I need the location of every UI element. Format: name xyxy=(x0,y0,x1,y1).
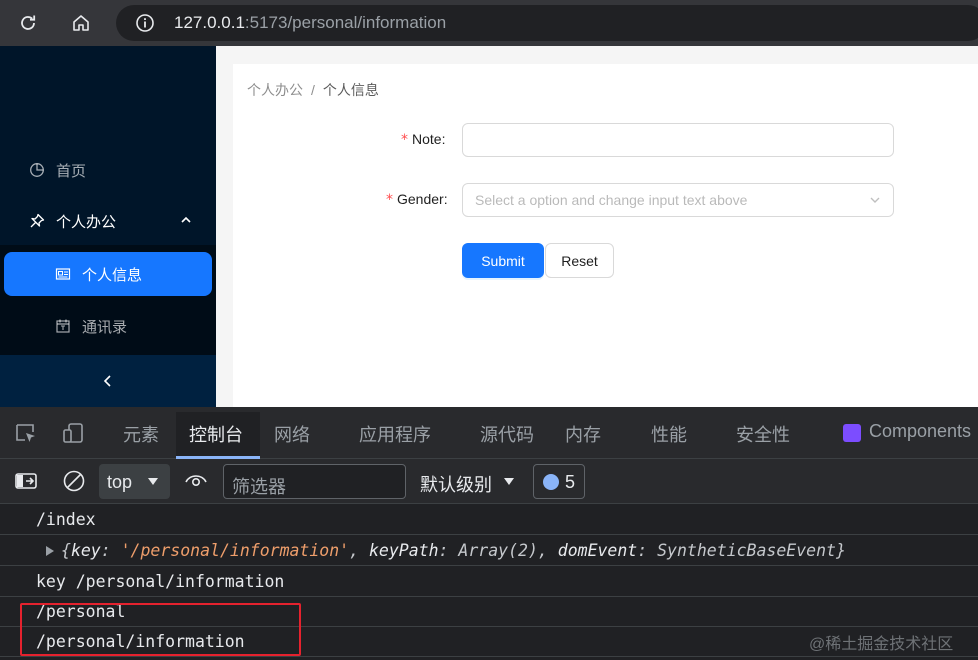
sidebar-item-label: 个人办公 xyxy=(56,213,117,231)
console-message: key /personal/information xyxy=(0,567,978,597)
sidebar-toggle-icon[interactable] xyxy=(14,469,38,493)
note-label: * Note: xyxy=(401,131,445,148)
address-bar[interactable]: 127.0.0.1:5173/personal/information xyxy=(116,5,978,41)
sidebar-collapse-button[interactable] xyxy=(0,355,216,407)
note-input[interactable] xyxy=(462,123,894,157)
gender-placeholder: Select a option and change input text ab… xyxy=(475,192,748,208)
clear-console-icon[interactable] xyxy=(62,469,86,493)
main-content: 个人办公 / 个人信息 * Note: * Gender: Select a optio… xyxy=(216,46,978,407)
caret-down-icon xyxy=(504,478,514,485)
message-icon xyxy=(543,474,559,490)
id-card-icon xyxy=(55,268,71,280)
label-colon: : xyxy=(443,191,448,207)
gender-select[interactable]: Select a option and change input text ab… xyxy=(462,183,894,217)
sidebar-item-contacts[interactable]: 通讯录 xyxy=(4,304,212,348)
expand-triangle-icon[interactable] xyxy=(45,546,54,556)
tab-network[interactable]: 网络 xyxy=(274,421,310,447)
obj-key: keyPath xyxy=(368,541,439,560)
issues-button[interactable]: 5 xyxy=(533,464,585,499)
sidebar-item-personal-office[interactable]: 个人办公 xyxy=(4,199,212,243)
sidebar-item-personal-info[interactable]: 个人信息 xyxy=(4,252,212,296)
watermark: @稀土掘金技术社区 xyxy=(809,636,954,653)
sidebar-item-label: 个人信息 xyxy=(82,266,143,284)
device-toolbar-icon[interactable] xyxy=(62,421,86,445)
breadcrumb: 个人办公 / 个人信息 xyxy=(247,80,379,100)
context-value: top xyxy=(107,472,133,492)
live-expression-icon[interactable] xyxy=(184,469,208,493)
console-message: /index xyxy=(0,505,978,535)
devtools-tabbar: 元素 控制台 网络 应用程序 源代码 内存 性能 安全性 Components xyxy=(0,407,978,459)
react-components-icon xyxy=(843,424,861,442)
info-icon[interactable] xyxy=(135,13,155,33)
chevron-up-icon xyxy=(181,216,191,223)
label-colon: : xyxy=(441,131,446,147)
sidebar-item-home[interactable]: 首页 xyxy=(4,148,212,192)
breadcrumb-separator: / xyxy=(311,82,315,98)
tab-security[interactable]: 安全性 xyxy=(736,421,790,447)
sidebar-item-label: 通讯录 xyxy=(82,318,128,336)
gender-label-text: Gender xyxy=(397,191,444,207)
note-label-text: Note xyxy=(412,131,442,147)
required-mark: * xyxy=(401,132,408,148)
gender-label: * Gender: xyxy=(386,191,448,208)
obj-value: Array(2) xyxy=(458,541,538,560)
context-select[interactable]: top xyxy=(99,464,170,499)
reset-button[interactable]: Reset xyxy=(545,243,614,278)
sidebar-item-label: 首页 xyxy=(56,162,87,180)
calendar-icon xyxy=(56,319,70,333)
issues-count: 5 xyxy=(565,472,576,492)
obj-value: '/personal/information' xyxy=(120,541,350,560)
reload-icon xyxy=(21,15,36,30)
tab-components[interactable]: Components xyxy=(869,421,971,442)
pie-chart-icon xyxy=(30,163,44,177)
sidebar: 首页 个人办公 个人信息 通讯录 xyxy=(0,46,216,407)
obj-key: key xyxy=(70,541,101,560)
tab-console[interactable]: 控制台 xyxy=(189,421,243,447)
console-filter-input[interactable]: 筛选器 xyxy=(223,464,406,499)
obj-brace: { xyxy=(61,541,71,560)
filter-placeholder: 筛选器 xyxy=(232,477,286,497)
tab-sources[interactable]: 源代码 xyxy=(480,421,534,447)
tab-memory[interactable]: 内存 xyxy=(565,421,601,447)
annotation-highlight-box xyxy=(20,603,301,656)
home-button[interactable] xyxy=(67,9,95,37)
chevron-left-icon xyxy=(103,375,111,387)
reload-button[interactable] xyxy=(14,9,42,37)
submit-button[interactable]: Submit xyxy=(462,243,544,278)
breadcrumb-current: 个人信息 xyxy=(322,82,379,98)
console-object[interactable]: {key: '/personal/information', keyPath: … xyxy=(61,541,846,560)
tab-application[interactable]: 应用程序 xyxy=(359,421,431,447)
required-mark: * xyxy=(386,192,393,208)
log-level-select[interactable]: 默认级别 xyxy=(420,471,492,497)
pushpin-icon xyxy=(30,213,45,228)
breadcrumb-parent[interactable]: 个人办公 xyxy=(247,82,303,98)
home-icon xyxy=(73,15,89,31)
content-card: 个人办公 / 个人信息 * Note: * Gender: Select a optio… xyxy=(233,64,978,407)
tab-elements[interactable]: 元素 xyxy=(123,421,159,447)
url-path: :5173/personal/information xyxy=(244,13,447,32)
inspect-element-icon[interactable] xyxy=(14,421,38,445)
obj-key: domEvent xyxy=(557,541,638,560)
chevron-down-icon xyxy=(870,197,880,203)
console-toolbar: top 筛选器 默认级别 5 xyxy=(0,459,978,504)
browser-toolbar: 127.0.0.1:5173/personal/information xyxy=(0,0,978,46)
caret-down-icon xyxy=(148,478,158,485)
console-text: /index xyxy=(36,510,96,529)
url-text: 127.0.0.1:5173/personal/information xyxy=(174,13,446,33)
console-text: key /personal/information xyxy=(36,572,285,591)
tab-performance[interactable]: 性能 xyxy=(651,421,687,447)
url-host: 127.0.0.1 xyxy=(174,13,245,32)
console-message: {key: '/personal/information', keyPath: … xyxy=(0,536,978,566)
obj-value: SyntheticBaseEvent xyxy=(657,541,836,560)
obj-brace: } xyxy=(835,541,846,560)
